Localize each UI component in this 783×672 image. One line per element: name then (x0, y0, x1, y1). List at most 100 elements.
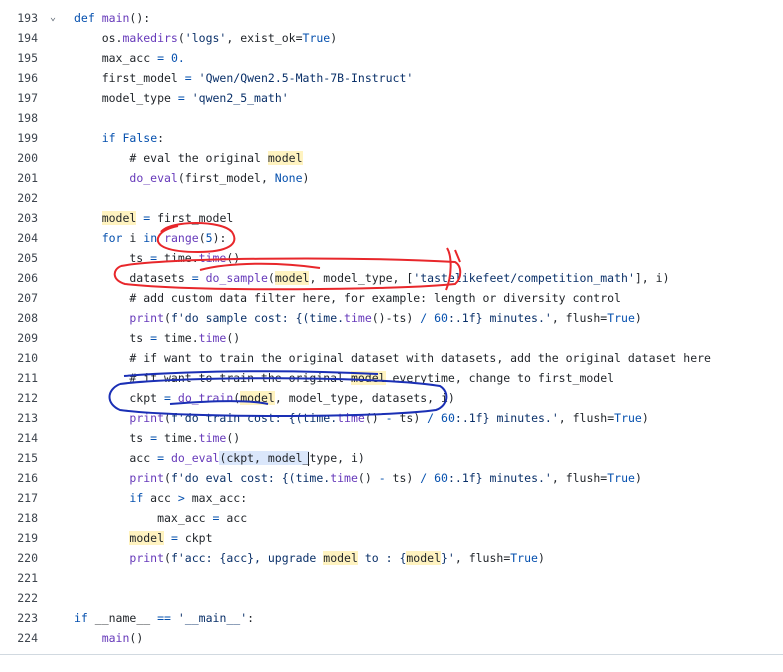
code-text: if False: (74, 128, 164, 148)
code-token: ) (330, 31, 338, 45)
code-token: = (177, 91, 185, 105)
line-number[interactable]: 210 (0, 348, 38, 368)
line-number[interactable]: 212 (0, 388, 38, 408)
code-line: 201 do_eval(first_model, None) (0, 168, 783, 188)
code-token: ( (198, 231, 206, 245)
code-line: 204 for i in range(5): (0, 228, 783, 248)
code-line: 223 if __name__ == '__main__': (0, 608, 783, 628)
code-line: 209 ts = time.time() (0, 328, 783, 348)
line-number[interactable]: 222 (0, 588, 38, 608)
code-token: , model_type, datasets, i) (274, 391, 455, 405)
line-number[interactable]: 224 (0, 628, 38, 648)
code-line: 207 # add custom data filter here, for e… (0, 288, 783, 308)
code-token: first_model (150, 211, 234, 225)
line-number[interactable]: 217 (0, 488, 38, 508)
code-token: ts) (392, 411, 428, 425)
code-token: print (129, 411, 165, 425)
code-text: print(f'do sample cost: {(time.time()-ts… (74, 308, 641, 328)
line-number[interactable]: 208 (0, 308, 38, 328)
code-token: = (164, 391, 171, 405)
code-token: model (129, 531, 165, 545)
line-number[interactable]: 216 (0, 468, 38, 488)
code-token: = (191, 271, 199, 285)
line-number[interactable]: 213 (0, 408, 38, 428)
line-number[interactable]: 209 (0, 328, 38, 348)
code-token: : (247, 611, 255, 625)
code-token: '__main__' (177, 611, 248, 625)
code-token: for (101, 231, 123, 245)
code-token: makedirs (122, 31, 178, 45)
line-number[interactable]: 197 (0, 88, 38, 108)
line-number[interactable]: 203 (0, 208, 38, 228)
code-text: if __name__ == '__main__': (74, 608, 254, 628)
code-token: in (143, 231, 158, 245)
code-token: = (184, 71, 192, 85)
code-text: # if want to train the original dataset … (74, 348, 711, 368)
code-token: ()-ts) (371, 311, 421, 325)
line-number[interactable]: 223 (0, 608, 38, 628)
line-number[interactable]: 207 (0, 288, 38, 308)
line-number[interactable]: 218 (0, 508, 38, 528)
code-token: print (129, 311, 165, 325)
code-token: ) (302, 171, 310, 185)
line-number[interactable]: 221 (0, 568, 38, 588)
code-token: ts) (385, 471, 421, 485)
line-number[interactable]: 201 (0, 168, 38, 188)
line-number[interactable]: 214 (0, 428, 38, 448)
code-token: time (198, 331, 227, 345)
line-number[interactable]: 219 (0, 528, 38, 548)
code-token: True (614, 411, 642, 425)
code-token: model_type (74, 91, 178, 105)
line-number[interactable]: 204 (0, 228, 38, 248)
line-number[interactable]: 220 (0, 548, 38, 568)
code-token: , exist_ok= (226, 31, 303, 45)
fold-chevron-icon[interactable]: ⌄ (48, 8, 58, 28)
code-token: ( (164, 311, 171, 325)
code-line: 208 print(f'do sample cost: {(time.time(… (0, 308, 783, 328)
line-number[interactable]: 205 (0, 248, 38, 268)
line-number[interactable]: 193 (0, 8, 38, 28)
code-token: type, i) (309, 451, 365, 465)
line-number[interactable]: 199 (0, 128, 38, 148)
code-token: = (170, 531, 178, 545)
line-number[interactable]: 196 (0, 68, 38, 88)
code-token: () (226, 431, 241, 445)
code-token: if (74, 611, 88, 625)
line-number[interactable]: 215 (0, 448, 38, 468)
code-token: ) (641, 411, 649, 425)
line-number[interactable]: 198 (0, 108, 38, 128)
code-token: do_eval (170, 451, 220, 465)
code-token: model (267, 151, 303, 165)
code-token: ( (267, 271, 275, 285)
code-token: max_acc: (184, 491, 248, 505)
line-number[interactable]: 200 (0, 148, 38, 168)
code-text: ckpt = do_train(model, model_type, datas… (74, 388, 455, 408)
code-line: 215 acc = do_eval(ckpt, model_type, i) (0, 448, 783, 468)
code-token: True (607, 471, 635, 485)
code-token: ): (212, 231, 227, 245)
code-token: def (74, 11, 95, 25)
line-number[interactable]: 206 (0, 268, 38, 288)
line-number[interactable]: 211 (0, 368, 38, 388)
code-text: datasets = do_sample(model, model_type, … (74, 268, 670, 288)
code-token: () (129, 631, 144, 645)
line-number[interactable]: 195 (0, 48, 38, 68)
code-text: model_type = 'qwen2_5_math' (74, 88, 289, 108)
code-token: = (157, 51, 165, 65)
code-text: # if want to train the original model ev… (74, 368, 614, 388)
code-token: , model_type, [ (309, 271, 414, 285)
line-number[interactable]: 194 (0, 28, 38, 48)
code-text: model = first_model (74, 208, 233, 228)
line-number[interactable]: 202 (0, 188, 38, 208)
code-token: False (122, 131, 158, 145)
code-line: 220 print(f'acc: {acc}, upgrade model to… (0, 548, 783, 568)
code-text: print(f'do train cost: {(time.time() - t… (74, 408, 649, 428)
code-token: ], i) (634, 271, 670, 285)
